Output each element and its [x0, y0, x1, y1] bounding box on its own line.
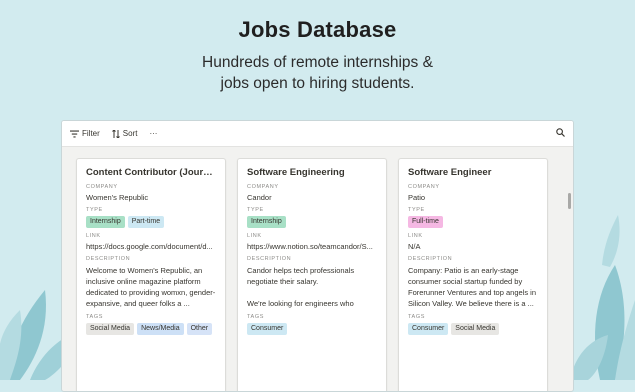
link-value[interactable]: https://docs.google.com/document/d...: [86, 242, 216, 251]
description-label: DESCRIPTION: [408, 256, 453, 262]
card-title: Software Engineering: [247, 167, 345, 178]
type-tags: Internship: [247, 216, 377, 228]
filter-button[interactable]: Filter: [70, 129, 100, 138]
type-tag: Internship: [86, 216, 125, 228]
tag: Social Media: [451, 323, 500, 335]
link-label: LINK: [86, 233, 101, 239]
tag: News/Media: [137, 323, 184, 335]
company-value: Candor: [247, 193, 272, 202]
scrollbar-thumb[interactable]: [568, 193, 571, 209]
more-options-button[interactable]: ···: [149, 129, 157, 138]
type-label: TYPE: [408, 207, 425, 213]
company-label: COMPANY: [247, 184, 279, 190]
tags-label: TAGS: [247, 314, 264, 320]
tag: Consumer: [247, 323, 288, 335]
page-title: Jobs Database: [238, 17, 397, 42]
type-tag: Internship: [247, 216, 286, 228]
tag-list: Consumer Social Media: [408, 323, 538, 335]
type-tag: Full-time: [408, 216, 443, 228]
company-value: Patio: [408, 193, 426, 202]
description-value: Candor helps tech professionals negotiat…: [247, 266, 355, 308]
filter-label: Filter: [82, 129, 100, 138]
job-card[interactable]: Software Engineering COMPANY Candor TYPE…: [237, 158, 387, 391]
link-value[interactable]: https://www.notion.so/teamcandor/S...: [247, 242, 377, 251]
tag-list: Social Media News/Media Other: [86, 323, 216, 335]
subtitle-line-2: jobs open to hiring students.: [220, 75, 415, 92]
tag-list: Consumer: [247, 323, 377, 335]
type-label: TYPE: [86, 207, 103, 213]
type-tags: Internship Part-time: [86, 216, 216, 228]
tag: Other: [186, 323, 213, 335]
subtitle-line-1: Hundreds of remote internships &: [202, 54, 433, 71]
tags-label: TAGS: [86, 314, 103, 320]
tags-label: TAGS: [408, 314, 425, 320]
more-icon: ···: [149, 129, 158, 138]
link-label: LINK: [247, 233, 262, 239]
search-button[interactable]: [556, 128, 565, 139]
sort-label: Sort: [122, 129, 138, 138]
filter-icon: [70, 130, 79, 137]
job-card[interactable]: Software Engineer COMPANY Patio TYPE Ful…: [398, 158, 548, 391]
tag: Social Media: [86, 323, 135, 335]
description-label: DESCRIPTION: [247, 256, 292, 262]
jobs-database-gallery: Filter Sort ··· Content Contributor (Jou…: [61, 120, 574, 392]
type-tags: Full-time: [408, 216, 538, 228]
tag: Consumer: [408, 323, 449, 335]
sort-icon: [111, 129, 120, 138]
database-toolbar: Filter Sort ···: [62, 121, 573, 147]
sort-button[interactable]: Sort: [111, 129, 138, 138]
description-value: Welcome to Women's Republic, an inclusiv…: [86, 266, 216, 308]
card-title: Content Contributor (Journalism): [86, 167, 216, 178]
link-label: LINK: [408, 233, 423, 239]
company-label: COMPANY: [408, 184, 440, 190]
description-value: Company: Patio is an early-stage consume…: [408, 266, 537, 308]
company-value: Women's Republic: [86, 193, 149, 202]
job-card[interactable]: Content Contributor (Journalism) COMPANY…: [76, 158, 226, 391]
link-value: N/A: [408, 242, 421, 251]
company-label: COMPANY: [86, 184, 118, 190]
description-label: DESCRIPTION: [86, 256, 131, 262]
card-gallery: Content Contributor (Journalism) COMPANY…: [76, 158, 548, 391]
type-label: TYPE: [247, 207, 264, 213]
card-title: Software Engineer: [408, 167, 492, 178]
search-icon: [556, 128, 565, 137]
page-subtitle: Hundreds of remote internships & jobs op…: [0, 52, 635, 94]
type-tag: Part-time: [127, 216, 165, 228]
